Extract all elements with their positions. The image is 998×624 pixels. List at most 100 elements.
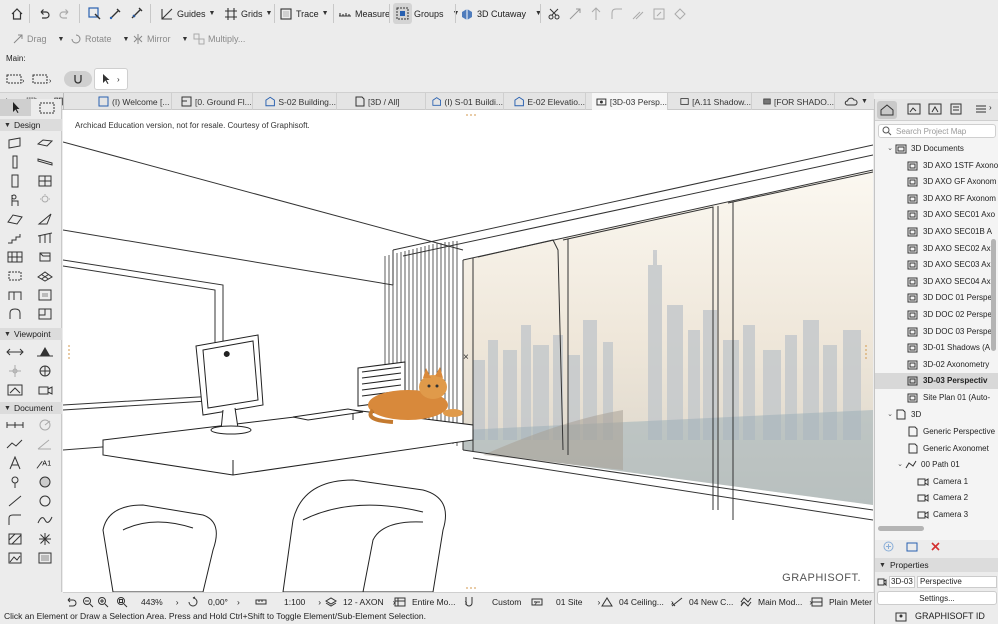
properties-id-field[interactable]: 3D-03 <box>889 576 915 588</box>
project-map-item[interactable]: 3D-01 Shadows (A <box>875 340 998 356</box>
object-tool[interactable] <box>6 192 24 208</box>
tab-section-s01[interactable]: (I) S-01 Buildi... <box>428 93 504 110</box>
camera-item[interactable]: Camera 3 <box>875 506 998 522</box>
chevron-down-icon[interactable]: ▼ <box>209 10 216 17</box>
slab-tool[interactable] <box>36 135 54 151</box>
find-select-button[interactable] <box>87 3 102 24</box>
settings-button[interactable]: Settings... <box>877 591 997 605</box>
tab-overflow-menu[interactable]: ▼ <box>840 93 874 110</box>
layout-book-button[interactable] <box>928 103 942 115</box>
label-tool[interactable]: A1 <box>36 455 54 471</box>
inject-parameters-button[interactable] <box>129 3 144 24</box>
column-tool[interactable] <box>6 154 24 170</box>
groups-button[interactable]: Groups ▼ <box>414 3 459 24</box>
suspend-groups-toggle[interactable] <box>393 3 412 24</box>
multiply-button[interactable]: Multiply... <box>193 31 245 47</box>
split-button[interactable] <box>547 3 561 24</box>
generic-perspective-item[interactable]: Generic Perspective <box>875 423 998 439</box>
lamp-tool[interactable] <box>36 192 54 208</box>
folder-3d-documents[interactable]: ⌄ 3D Documents <box>875 140 998 156</box>
skylight-tool[interactable] <box>6 287 24 303</box>
quick-select-toggle[interactable] <box>64 71 92 87</box>
beam-column-tool[interactable] <box>6 306 24 322</box>
project-map-item[interactable]: 3D DOC 02 Perspe <box>875 306 998 322</box>
railing-tool[interactable] <box>36 230 54 246</box>
tab-ground-floor[interactable]: [0. Ground Fl... <box>177 93 253 110</box>
project-map-item[interactable]: 3D AXO SEC04 Ax <box>875 273 998 289</box>
project-map-item[interactable]: Site Plan 01 (Auto- <box>875 389 998 405</box>
tab-elevation-e02[interactable]: E-02 Elevatio... <box>510 93 586 110</box>
opening-tool[interactable] <box>36 287 54 303</box>
detail-tool[interactable] <box>6 382 24 398</box>
morph-tool[interactable] <box>36 249 54 265</box>
window-tool[interactable] <box>36 173 54 189</box>
measure-button[interactable]: Measure <box>338 3 390 24</box>
chevron-down-icon[interactable]: ▼ <box>123 36 130 43</box>
properties-header[interactable]: ▼ Properties <box>875 558 998 572</box>
project-map-item[interactable]: 3D DOC 01 Perspe <box>875 290 998 306</box>
project-map-item[interactable]: 3D-02 Axonometry <box>875 356 998 372</box>
wall-tool[interactable] <box>6 135 24 151</box>
publisher-sets-button[interactable] <box>949 103 963 115</box>
toolbox-document-header[interactable]: ▼ Document <box>0 402 62 414</box>
rotate-button[interactable]: Rotate ▼ <box>70 31 129 47</box>
chevron-down-icon[interactable]: ▼ <box>182 36 189 43</box>
shell-tool[interactable] <box>36 211 54 227</box>
project-map-button[interactable] <box>877 101 897 119</box>
grids-button[interactable]: Grids ▼ <box>224 3 272 24</box>
figure-tool[interactable] <box>6 550 24 566</box>
marker-tool[interactable] <box>6 474 24 490</box>
graphisoft-id-bar[interactable]: GRAPHISOFT ID <box>875 608 998 624</box>
change-tool[interactable] <box>36 550 54 566</box>
project-map-item[interactable]: 3D AXO GF Axonom <box>875 174 998 190</box>
dimension-tool[interactable] <box>6 417 24 433</box>
project-map-item[interactable]: 3D DOC 03 Perspe <box>875 323 998 339</box>
spline-tool[interactable] <box>36 512 54 528</box>
project-map-item[interactable]: 3D AXO RF Axonom <box>875 190 998 206</box>
delete-icon[interactable] <box>930 541 941 552</box>
interior-elevation-tool[interactable] <box>6 363 24 379</box>
text-tool[interactable] <box>6 455 24 471</box>
project-map-search[interactable]: Search Project Map <box>878 124 996 138</box>
hotspot-tool[interactable] <box>6 531 24 547</box>
adjust-button[interactable] <box>568 3 582 24</box>
mirror-button[interactable]: Mirror ▼ <box>132 31 188 47</box>
roof-tool[interactable] <box>6 211 24 227</box>
polyline-tool[interactable] <box>6 512 24 528</box>
arrow-tool[interactable] <box>0 99 31 116</box>
stair-tool[interactable] <box>6 230 24 246</box>
properties-name-field[interactable]: Perspective <box>917 576 997 588</box>
chevron-down-icon[interactable]: ▼ <box>266 10 273 17</box>
project-map-item[interactable]: 3D-03 Perspectiv <box>875 372 998 389</box>
add-icon[interactable] <box>883 541 894 552</box>
stair-parts-tool[interactable] <box>36 306 54 322</box>
path-item[interactable]: ⌄ 00 Path 01 <box>875 456 998 472</box>
line-tool[interactable] <box>6 493 24 509</box>
beam-tool[interactable] <box>36 154 54 170</box>
level-dimension-tool[interactable] <box>6 436 24 452</box>
mesh-tool[interactable] <box>36 268 54 284</box>
intersect-button[interactable] <box>589 3 603 24</box>
trace-button[interactable]: Trace ▼ <box>279 3 329 24</box>
vertical-scrollbar[interactable] <box>991 239 996 351</box>
guides-button[interactable]: Guides ▼ <box>160 3 215 24</box>
folder-3d[interactable]: ⌄ 3D <box>875 406 998 422</box>
project-map-item[interactable]: 3D AXO SEC03 Ax <box>875 257 998 273</box>
tab-welcome[interactable]: (I) Welcome [... <box>94 93 172 110</box>
resize-button[interactable] <box>652 3 666 24</box>
view-map-button[interactable] <box>907 103 921 115</box>
tab-section-s02[interactable]: S-02 Building... <box>261 93 337 110</box>
marquee-icon[interactable]: › <box>32 72 54 86</box>
3d-cutaway-button[interactable]: 3D Cutaway ▼ <box>460 3 542 24</box>
camera-item[interactable]: Camera 2 <box>875 489 998 505</box>
camera-item[interactable]: Camera 1 <box>875 473 998 489</box>
curtain-wall-tool[interactable] <box>6 249 24 265</box>
offset-button[interactable] <box>631 3 645 24</box>
redo-button[interactable] <box>58 3 72 24</box>
drag-button[interactable]: Drag ▼ <box>12 31 64 47</box>
door-tool[interactable] <box>6 173 24 189</box>
toolbox-viewpoint-header[interactable]: ▼ Viewpoint <box>0 328 62 340</box>
tab-3d-all[interactable]: [3D / All] <box>350 93 426 110</box>
undo-button[interactable] <box>37 3 51 24</box>
section-tool[interactable] <box>6 344 24 360</box>
